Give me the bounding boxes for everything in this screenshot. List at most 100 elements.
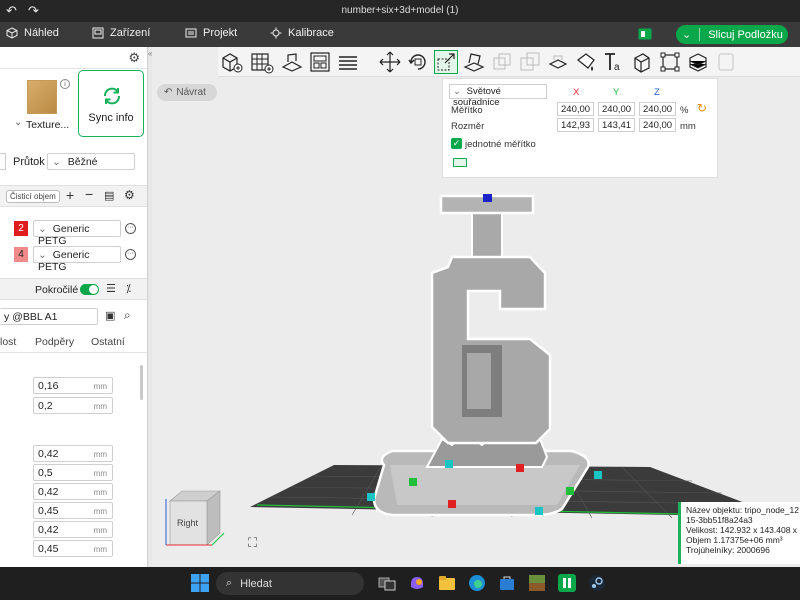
variable-layer-icon[interactable] <box>686 50 710 74</box>
seam-paint-icon[interactable] <box>574 50 598 74</box>
chevron-down-icon[interactable]: ⌄ <box>14 117 22 128</box>
add-icon[interactable]: + <box>66 187 74 203</box>
purge-volume-button[interactable]: Čisticí objem <box>6 190 60 203</box>
filament-color-swatch[interactable]: 2 <box>14 221 28 236</box>
minecraft-icon[interactable] <box>527 573 547 593</box>
support-paint-icon[interactable] <box>546 50 570 74</box>
more-icon[interactable]: ··· <box>125 223 136 234</box>
gear-icon[interactable]: ⚙ <box>124 188 135 202</box>
plate-icon[interactable] <box>714 50 738 74</box>
x-handle[interactable] <box>409 478 417 486</box>
store-icon[interactable] <box>497 573 517 593</box>
compare-icon[interactable]: ⁒ <box>126 282 131 295</box>
keyboard-icon[interactable] <box>453 158 467 167</box>
cube-icon <box>6 27 18 39</box>
windows-start-icon[interactable] <box>190 573 210 593</box>
scale-z-input[interactable]: 240,00 <box>639 102 676 116</box>
copilot-icon[interactable] <box>407 573 427 593</box>
fit-view-icon[interactable]: ⛶ <box>248 535 257 551</box>
size-unit: mm <box>680 121 696 132</box>
tab-support[interactable]: Podpěry <box>35 336 74 348</box>
value-field[interactable]: 0,5 mm <box>33 464 113 481</box>
list-icon[interactable]: ☰ <box>106 282 116 295</box>
text-icon[interactable]: a <box>602 50 626 74</box>
bambu-studio-icon[interactable] <box>557 573 577 593</box>
model-number-six[interactable] <box>430 255 552 445</box>
menu-preview[interactable]: Náhled <box>6 27 59 39</box>
back-button[interactable]: ↶ Návrat <box>157 84 217 101</box>
orient-icon[interactable] <box>280 50 304 74</box>
filament-color-swatch[interactable]: 4 <box>14 247 28 262</box>
size-z-input[interactable]: 240,00 <box>639 118 676 132</box>
scale-handle[interactable] <box>445 460 453 468</box>
menu-project[interactable]: Projekt <box>185 27 237 39</box>
sync-info-button[interactable]: Sync info <box>78 70 144 137</box>
value-field[interactable]: 0,42 mm <box>33 445 113 462</box>
scale-x-input[interactable]: 240,00 <box>557 102 594 116</box>
size-x-input[interactable]: 142,93 <box>557 118 594 132</box>
filament-select[interactable]: ⌄ Generic PETG <box>33 220 121 247</box>
layers-icon[interactable] <box>336 50 360 74</box>
scale-handle[interactable] <box>367 493 375 501</box>
assembly-icon[interactable] <box>658 50 682 74</box>
gear-icon[interactable]: ⚙ <box>128 50 140 66</box>
value-field[interactable]: 0,42 mm <box>33 483 113 500</box>
export-icon[interactable] <box>638 28 652 40</box>
edge-icon[interactable] <box>467 573 487 593</box>
rotate-icon[interactable] <box>406 50 430 74</box>
x-handle[interactable] <box>566 487 574 495</box>
scale-y-input[interactable]: 240,00 <box>598 102 635 116</box>
reset-icon[interactable]: ↻ <box>697 101 707 115</box>
task-view-icon[interactable] <box>377 573 397 593</box>
more-icon[interactable]: ··· <box>125 249 136 260</box>
value-field[interactable]: 0,42 mm <box>33 521 113 538</box>
advanced-toggle[interactable] <box>80 284 99 295</box>
scale-icon[interactable] <box>434 50 458 74</box>
remove-icon[interactable]: − <box>85 186 93 202</box>
steam-icon[interactable] <box>587 573 607 593</box>
value-field[interactable]: 0,45 mm <box>33 502 113 519</box>
search-icon[interactable]: ⌕ <box>124 308 131 323</box>
3d-viewport[interactable]: Right ⛶ a ↶ Návrat ⌄ Světové souřadnice … <box>152 47 800 567</box>
y-handle[interactable] <box>448 500 456 508</box>
info-icon[interactable]: i <box>60 79 70 89</box>
chevron-down-icon[interactable]: ⌄ <box>682 28 691 41</box>
move-icon[interactable] <box>378 50 402 74</box>
filament-item[interactable]: 2 ⌄ Generic PETG ··· <box>0 217 147 247</box>
value-field[interactable]: 0,16 mm <box>33 377 113 394</box>
edit-filament-icon[interactable]: ▤ <box>104 189 114 202</box>
process-select[interactable]: y @BBL A1 <box>0 308 98 325</box>
save-icon[interactable]: ▣ <box>105 309 115 322</box>
slice-plate-button[interactable]: ⌄ Slicuj Podložku <box>676 25 788 44</box>
z-handle[interactable] <box>483 194 492 202</box>
tab-quality[interactable]: lost <box>0 336 16 348</box>
size-y-input[interactable]: 143,41 <box>598 118 635 132</box>
texture-thumbnail[interactable] <box>27 80 57 114</box>
filament-item[interactable]: 4 ⌄ Generic PETG ··· <box>0 243 147 273</box>
uniform-scale-checkbox[interactable]: ✓ <box>451 138 462 149</box>
menu-calibration[interactable]: Kalibrace <box>270 27 334 39</box>
filament-select[interactable]: ⌄ Generic PETG <box>33 246 121 273</box>
scale-handle[interactable] <box>594 471 602 479</box>
scrollbar[interactable] <box>140 365 143 400</box>
measure-icon[interactable] <box>630 50 654 74</box>
lay-on-face-icon[interactable] <box>462 50 486 74</box>
arrange-icon[interactable] <box>308 50 332 74</box>
add-object-icon[interactable] <box>220 50 244 74</box>
filament-list: 2 ⌄ Generic PETG ··· 4 ⌄ Generic PETG ··… <box>0 217 147 273</box>
file-explorer-icon[interactable] <box>437 573 457 593</box>
tab-others[interactable]: Ostatní <box>91 336 125 348</box>
value-field[interactable]: 0,45 mm <box>33 540 113 557</box>
unit-label: mm <box>93 402 107 411</box>
cut-icon[interactable] <box>490 50 514 74</box>
y-handle[interactable] <box>516 464 524 472</box>
menu-device[interactable]: Zařízení <box>92 27 150 39</box>
boolean-icon[interactable] <box>518 50 542 74</box>
coord-system-select[interactable]: ⌄ Světové souřadnice <box>449 84 547 108</box>
plate-grid-icon[interactable] <box>250 50 274 74</box>
value-field[interactable]: 0,2 mm <box>33 397 113 414</box>
flow-select[interactable]: ⌄ Běžné <box>47 153 135 170</box>
scale-handle[interactable] <box>535 507 543 515</box>
menu-preview-label: Náhled <box>24 27 59 39</box>
taskbar-search[interactable]: ⌕ Hledat <box>216 572 364 595</box>
